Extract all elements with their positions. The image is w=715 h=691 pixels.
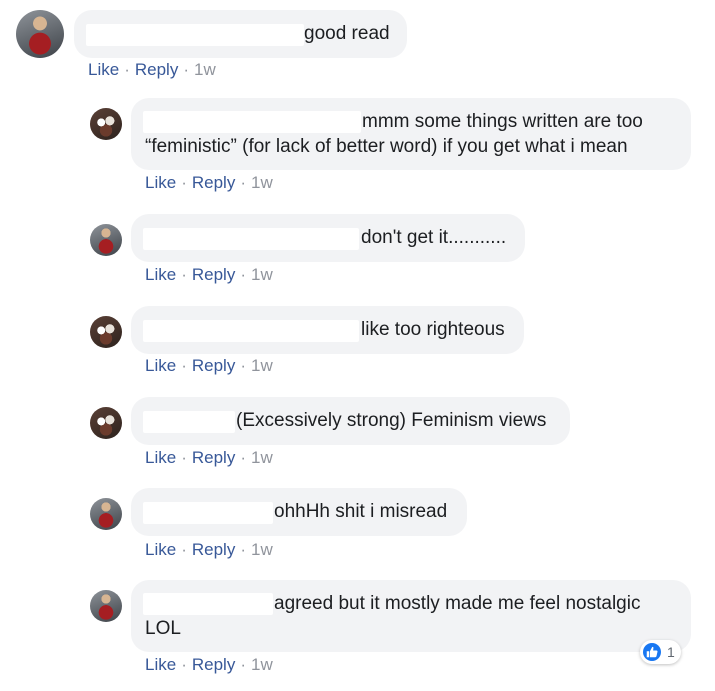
avatar[interactable]: [90, 224, 122, 256]
comment-actions: Like · Reply · 1w: [145, 448, 273, 467]
redacted-author-name[interactable]: [143, 228, 359, 250]
comment-bubble: good read: [74, 10, 407, 58]
like-link[interactable]: Like: [145, 356, 176, 375]
thumbs-up-icon: [643, 643, 661, 661]
timestamp[interactable]: 1w: [194, 60, 216, 79]
avatar[interactable]: [90, 590, 122, 622]
reaction-count-value: 1: [667, 644, 675, 660]
comment-text-line-2: “feministic” (for lack of better word) i…: [145, 136, 628, 157]
comment-bubble: ohhHh shit i misread: [131, 488, 467, 536]
like-link[interactable]: Like: [88, 60, 119, 79]
comment-bubble: don't get it...........: [131, 214, 525, 262]
comment-bubble: like too righteous: [131, 306, 524, 354]
comment-actions: Like · Reply · 1w: [145, 173, 273, 192]
like-link[interactable]: Like: [145, 540, 176, 559]
comment-bubble: (Excessively strong) Feminism views: [131, 397, 570, 445]
timestamp[interactable]: 1w: [251, 173, 273, 192]
avatar[interactable]: [16, 10, 64, 58]
reaction-count[interactable]: 1: [640, 640, 681, 664]
comment-text: (Excessively strong) Feminism views: [236, 410, 547, 431]
comment-actions: Like · Reply · 1w: [145, 356, 273, 375]
like-link[interactable]: Like: [145, 448, 176, 467]
avatar[interactable]: [90, 498, 122, 530]
reply-link[interactable]: Reply: [192, 448, 235, 467]
comment-actions: Like · Reply · 1w: [145, 265, 273, 284]
timestamp[interactable]: 1w: [251, 265, 273, 284]
comment-text-line-1: agreed but it mostly made me feel nostal…: [274, 593, 641, 614]
like-link[interactable]: Like: [145, 655, 176, 674]
comment-text: like too righteous: [361, 319, 505, 340]
comment-bubble: mmm some things written are too “feminis…: [131, 98, 691, 170]
timestamp[interactable]: 1w: [251, 540, 273, 559]
avatar[interactable]: [90, 316, 122, 348]
timestamp[interactable]: 1w: [251, 448, 273, 467]
redacted-author-name[interactable]: [143, 411, 235, 433]
comment-text: good read: [304, 23, 390, 44]
reply-link[interactable]: Reply: [135, 60, 178, 79]
reply-link[interactable]: Reply: [192, 655, 235, 674]
timestamp[interactable]: 1w: [251, 356, 273, 375]
timestamp[interactable]: 1w: [251, 655, 273, 674]
like-link[interactable]: Like: [145, 173, 176, 192]
redacted-author-name[interactable]: [86, 24, 304, 46]
reply-link[interactable]: Reply: [192, 265, 235, 284]
redacted-author-name[interactable]: [143, 593, 273, 615]
avatar[interactable]: [90, 407, 122, 439]
comment-actions: Like · Reply · 1w: [88, 60, 216, 79]
avatar[interactable]: [90, 108, 122, 140]
redacted-author-name[interactable]: [143, 111, 361, 133]
comment-bubble: agreed but it mostly made me feel nostal…: [131, 580, 691, 652]
reply-link[interactable]: Reply: [192, 173, 235, 192]
reply-link[interactable]: Reply: [192, 540, 235, 559]
comment-text-line-2: LOL: [145, 618, 181, 639]
redacted-author-name[interactable]: [143, 502, 273, 524]
comment-actions: Like · Reply · 1w: [145, 540, 273, 559]
reply-link[interactable]: Reply: [192, 356, 235, 375]
like-link[interactable]: Like: [145, 265, 176, 284]
comment-text: don't get it...........: [361, 227, 507, 248]
redacted-author-name[interactable]: [143, 320, 359, 342]
comment-actions: Like · Reply · 1w: [145, 655, 273, 674]
comment-text: ohhHh shit i misread: [274, 501, 448, 522]
comment-text-line-1: mmm some things written are too: [362, 111, 643, 132]
